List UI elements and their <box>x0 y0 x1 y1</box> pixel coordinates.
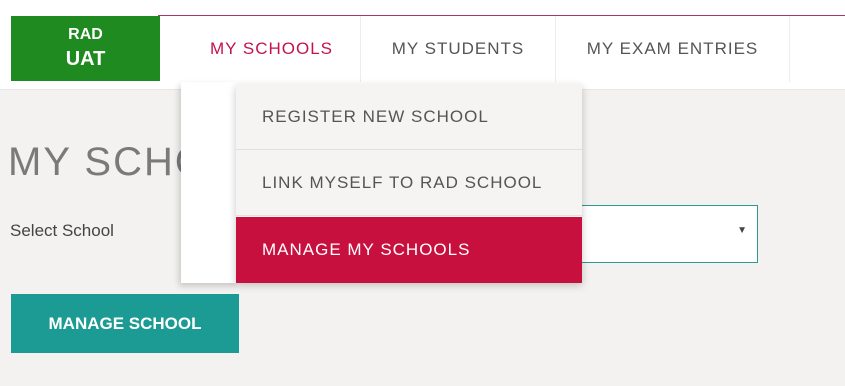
tab-my-exam-entries[interactable]: MY EXAM ENTRIES <box>556 16 790 82</box>
school-select[interactable]: ▼ <box>560 205 758 263</box>
brand-line2: UAT <box>65 48 106 70</box>
caret-down-icon: ▼ <box>737 225 747 236</box>
top-navbar: RAD UAT MY SCHOOLS MY STUDENTS MY EXAM E… <box>0 16 845 90</box>
menu-item-register-new-school[interactable]: REGISTER NEW SCHOOL <box>236 84 582 150</box>
brand-logo[interactable]: RAD UAT <box>11 16 160 81</box>
my-schools-dropdown-menu: REGISTER NEW SCHOOL LINK MYSELF TO RAD S… <box>236 84 582 283</box>
tab-my-schools[interactable]: MY SCHOOLS <box>183 16 361 82</box>
menu-item-link-myself-to-rad-school[interactable]: LINK MYSELF TO RAD SCHOOL <box>236 150 582 216</box>
brand-line1: RAD <box>68 26 103 43</box>
menu-item-manage-my-schools[interactable]: MANAGE MY SCHOOLS <box>236 217 582 283</box>
select-school-label: Select School <box>10 221 114 240</box>
dropdown-side-panel <box>181 82 238 283</box>
manage-school-button[interactable]: MANAGE SCHOOL <box>11 294 239 353</box>
tab-my-students[interactable]: MY STUDENTS <box>361 16 556 82</box>
